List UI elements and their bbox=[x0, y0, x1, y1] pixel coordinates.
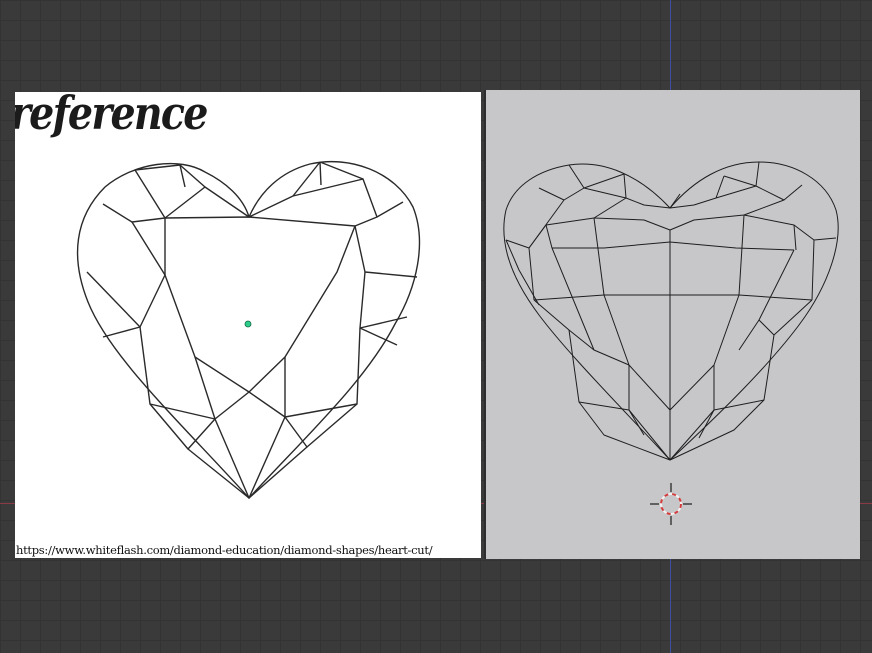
3d-cursor-icon[interactable] bbox=[650, 483, 692, 525]
reference-source-url: https://www.whiteflash.com/diamond-educa… bbox=[16, 543, 433, 557]
empty-origin-marker bbox=[244, 320, 252, 328]
reference-title: reference bbox=[15, 92, 208, 140]
heart-reference-drawing bbox=[76, 160, 421, 499]
reference-image-panel[interactable]: reference https://www.whiteflash.com/dia… bbox=[15, 92, 481, 558]
